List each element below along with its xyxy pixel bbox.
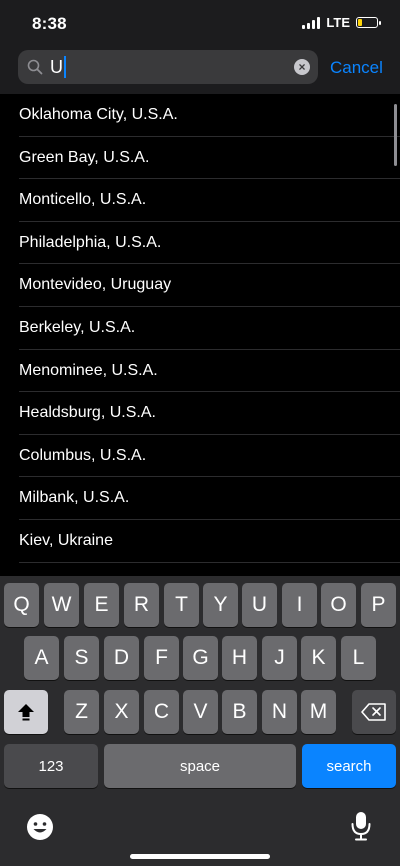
clear-icon[interactable]: × — [294, 59, 310, 75]
key-t[interactable]: T — [164, 583, 199, 627]
list-item-label: Green Bay, U.S.A. — [19, 148, 150, 166]
key-k[interactable]: K — [301, 636, 336, 680]
microphone-icon[interactable] — [350, 811, 372, 841]
list-item[interactable]: Columbus, U.S.A. — [19, 435, 400, 478]
key-y[interactable]: Y — [203, 583, 238, 627]
key-l[interactable]: L — [341, 636, 376, 680]
status-time: 8:38 — [32, 14, 67, 33]
list-item-label: Montevideo, Uruguay — [19, 276, 172, 294]
search-key[interactable]: search — [302, 744, 396, 788]
list-item-label: Oklahoma City, U.S.A. — [19, 106, 178, 123]
search-results-list: Oklahoma City, U.S.A. Green Bay, U.S.A. … — [0, 94, 400, 576]
key-g[interactable]: G — [183, 636, 218, 680]
key-x[interactable]: X — [104, 690, 139, 734]
list-item[interactable]: Kiev, Ukraine — [19, 520, 400, 563]
scrollbar[interactable] — [394, 104, 397, 166]
key-i[interactable]: I — [282, 583, 317, 627]
text-cursor — [64, 56, 66, 78]
list-item-label: Kiev, Ukraine — [19, 531, 113, 549]
search-query-text: U — [50, 56, 66, 78]
list-item[interactable]: Philadelphia, U.S.A. — [19, 222, 400, 265]
list-item[interactable]: Oklahoma City, U.S.A. — [19, 94, 400, 137]
list-item[interactable]: Milbank, U.S.A. — [19, 477, 400, 520]
list-item[interactable]: Berkeley, U.S.A. — [19, 307, 400, 350]
backspace-icon — [361, 703, 386, 721]
keyboard: Q W E R T Y U I O P A S D F G H J K L Z … — [0, 576, 400, 866]
backspace-key[interactable] — [352, 690, 396, 734]
list-item[interactable]: Healdsburg, U.S.A. — [19, 392, 400, 435]
list-item[interactable]: Monticello, U.S.A. — [19, 179, 400, 222]
list-item-label: Healdsburg, U.S.A. — [19, 404, 156, 422]
space-key[interactable]: space — [104, 744, 296, 788]
shift-icon — [18, 704, 34, 721]
list-item[interactable]: Montevideo, Uruguay — [19, 264, 400, 307]
network-label: LTE — [326, 15, 350, 30]
key-q[interactable]: Q — [4, 583, 39, 627]
battery-icon — [356, 17, 381, 28]
search-icon — [27, 59, 43, 75]
status-icons: LTE — [302, 15, 381, 30]
key-e[interactable]: E — [84, 583, 119, 627]
key-w[interactable]: W — [44, 583, 79, 627]
search-bar: U × Cancel — [0, 46, 400, 94]
list-item[interactable]: Menominee, U.S.A. — [19, 350, 400, 393]
key-j[interactable]: J — [262, 636, 297, 680]
list-item-label: Monticello, U.S.A. — [19, 191, 147, 209]
key-n[interactable]: N — [262, 690, 297, 734]
numbers-key[interactable]: 123 — [4, 744, 98, 788]
key-d[interactable]: D — [104, 636, 139, 680]
cellular-signal-icon — [302, 16, 321, 29]
home-indicator[interactable] — [130, 854, 270, 859]
search-input[interactable]: U × — [18, 50, 318, 84]
key-b[interactable]: B — [222, 690, 257, 734]
key-a[interactable]: A — [24, 636, 59, 680]
key-s[interactable]: S — [64, 636, 99, 680]
key-o[interactable]: O — [321, 583, 356, 627]
list-item-label: Milbank, U.S.A. — [19, 489, 130, 507]
key-u[interactable]: U — [242, 583, 277, 627]
list-item-label: Berkeley, U.S.A. — [19, 318, 136, 336]
key-p[interactable]: P — [361, 583, 396, 627]
key-r[interactable]: R — [124, 583, 159, 627]
key-z[interactable]: Z — [64, 690, 99, 734]
shift-key[interactable] — [4, 690, 48, 734]
list-item-label: Philadelphia, U.S.A. — [19, 233, 162, 251]
list-item-label: Menominee, U.S.A. — [19, 361, 158, 379]
key-c[interactable]: C — [144, 690, 179, 734]
key-h[interactable]: H — [222, 636, 257, 680]
key-m[interactable]: M — [301, 690, 336, 734]
cancel-button[interactable]: Cancel — [330, 58, 383, 78]
list-item[interactable]: Green Bay, U.S.A. — [19, 137, 400, 180]
status-bar: 8:38 LTE — [0, 0, 400, 46]
key-v[interactable]: V — [183, 690, 218, 734]
emoji-icon[interactable] — [26, 813, 54, 841]
list-item-label: Columbus, U.S.A. — [19, 446, 147, 464]
key-f[interactable]: F — [144, 636, 179, 680]
